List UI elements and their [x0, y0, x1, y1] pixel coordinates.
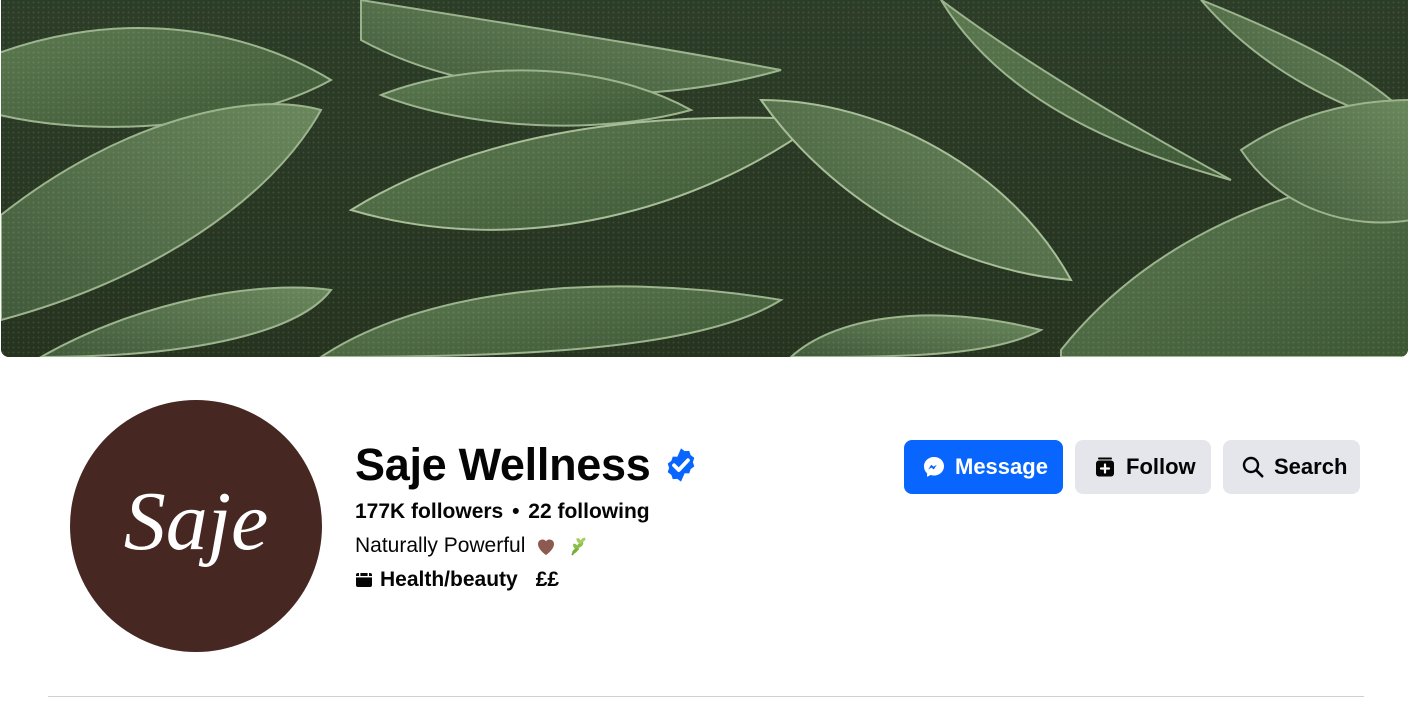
name-row: Saje Wellness — [355, 436, 700, 494]
bio-label: Naturally Powerful — [355, 534, 526, 557]
category-row: Health/beauty ££ — [355, 566, 700, 594]
brown-heart-icon — [534, 534, 558, 558]
profile-avatar[interactable]: Saje — [70, 400, 322, 652]
messenger-icon — [922, 455, 946, 479]
followers-link[interactable]: 177K followers — [355, 500, 503, 523]
following-link[interactable]: 22 following — [528, 500, 649, 523]
search-label: Search — [1274, 454, 1348, 479]
svg-text:Saje: Saje — [124, 475, 269, 568]
follow-page-icon — [1093, 455, 1117, 479]
message-label: Message — [955, 454, 1048, 479]
price-range: ££ — [535, 568, 560, 591]
profile-actions: Message Follow Search — [904, 440, 1360, 494]
search-button[interactable]: Search — [1223, 440, 1360, 494]
sage-leaves-image — [1, 0, 1408, 357]
page-title: Saje Wellness — [355, 439, 651, 490]
stats-separator: • — [512, 500, 520, 523]
follow-label: Follow — [1126, 454, 1196, 479]
search-icon — [1241, 455, 1265, 479]
herb-icon — [567, 534, 591, 558]
verified-badge-icon[interactable] — [662, 446, 700, 484]
profile-info: Saje Wellness 177K followers • 22 follow… — [355, 436, 700, 594]
message-button[interactable]: Message — [904, 440, 1063, 494]
bio-text: Naturally Powerful — [355, 532, 700, 560]
follow-stats: 177K followers • 22 following — [355, 498, 700, 526]
saje-logo: Saje — [124, 475, 269, 568]
cover-photo[interactable] — [1, 0, 1408, 357]
category-icon — [355, 572, 373, 588]
page-header: Saje Saje Wellness 177K followers • 22 f… — [0, 0, 1408, 701]
header-divider — [48, 696, 1364, 697]
category-link[interactable]: Health/beauty — [380, 566, 518, 594]
follow-button[interactable]: Follow — [1075, 440, 1211, 494]
